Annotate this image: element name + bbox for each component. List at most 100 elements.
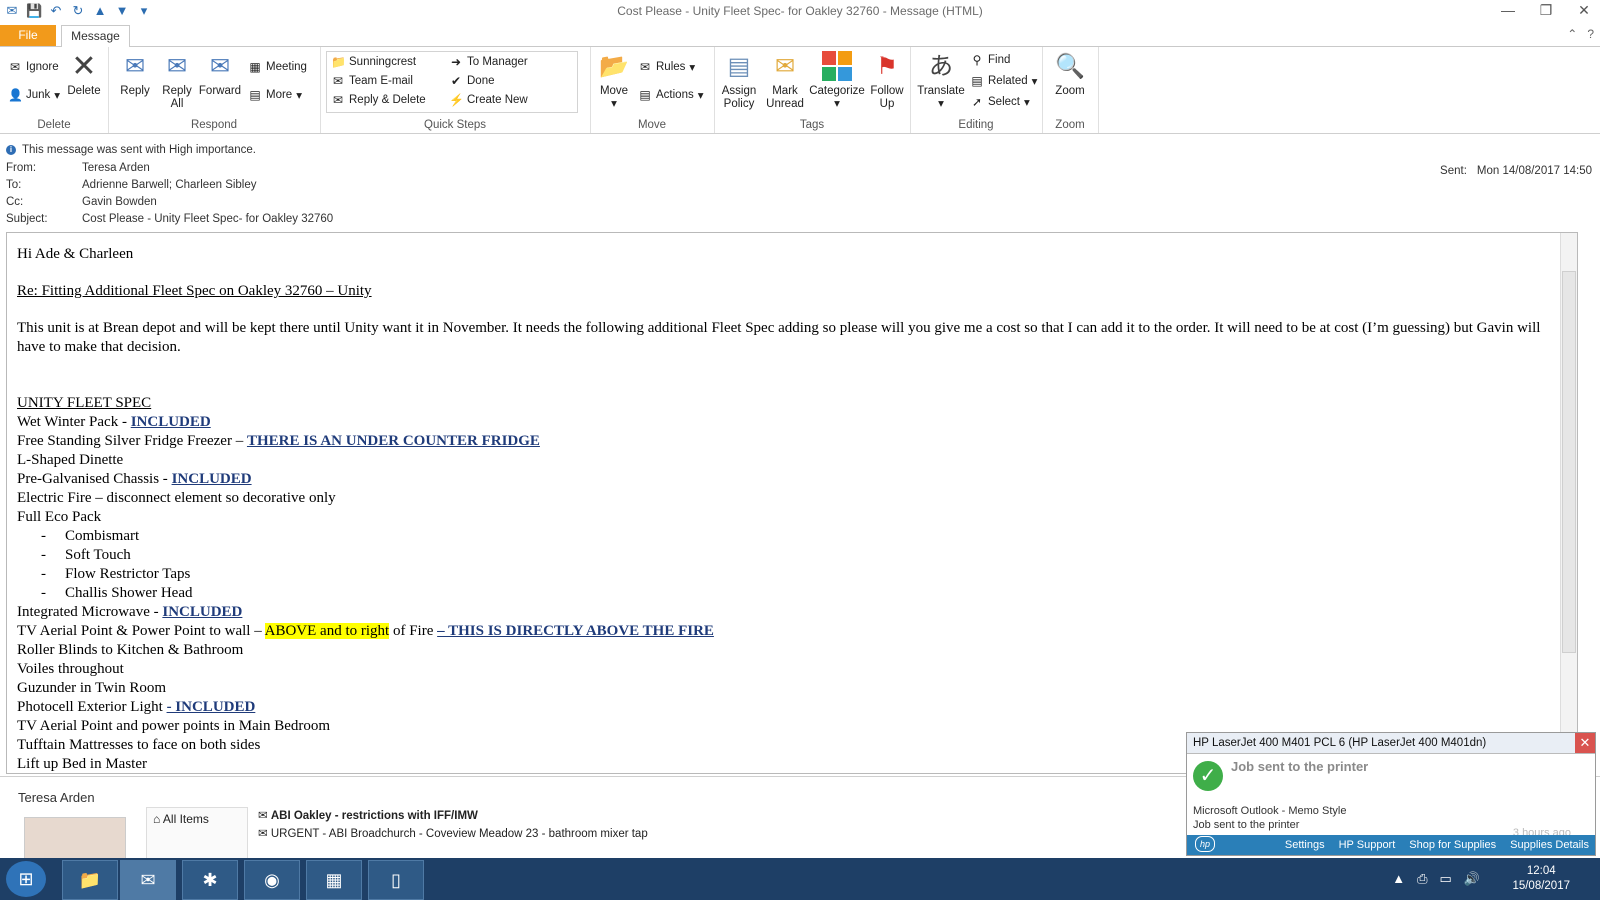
re-line: Re: Fitting Additional Fleet Spec on Oak…	[17, 283, 372, 299]
message-body[interactable]: Hi Ade & Charleen Re: Fitting Additional…	[6, 232, 1578, 774]
reply-all-button[interactable]: ✉ Reply All	[158, 51, 196, 111]
close-button[interactable]: ✕	[1574, 2, 1594, 19]
actions-button[interactable]: ▤ Actions ▾	[638, 88, 703, 102]
quick-step-to-manager[interactable]: ➜ To Manager	[449, 55, 528, 69]
reply-button[interactable]: ✉ Reply	[116, 51, 154, 98]
clock-time: 12:04	[1526, 865, 1556, 877]
minimize-button[interactable]: —	[1498, 2, 1518, 19]
cc-value[interactable]: Gavin Bowden	[82, 196, 157, 208]
scrollbar-thumb[interactable]	[1562, 271, 1576, 653]
settings-link[interactable]: Settings	[1285, 839, 1325, 851]
list-item[interactable]: ✉ URGENT - ABI Broadchurch - Coveview Me…	[258, 825, 1178, 843]
mark-unread-button[interactable]: ✉ Mark Unread	[764, 51, 806, 111]
to-value[interactable]: Adrienne Barwell; Charleen Sibley	[82, 179, 257, 191]
reply-all-icon: ✉	[166, 53, 188, 80]
show-hidden-icons[interactable]: ▲	[1392, 871, 1405, 887]
ignore-button[interactable]: ✉ Ignore	[8, 60, 59, 74]
zoom-button[interactable]: 🔍 Zoom	[1050, 51, 1090, 98]
supplies-details-link[interactable]: Supplies Details	[1510, 839, 1589, 851]
select-button[interactable]: ➚ Select ▾	[970, 95, 1030, 109]
categorize-button[interactable]: Categorize ▾	[806, 51, 868, 111]
help-icon[interactable]: ?	[1587, 27, 1594, 41]
from-value[interactable]: Teresa Arden	[82, 162, 150, 174]
spec-line: TV Aerial Point & Power Point to wall – …	[17, 622, 1547, 641]
start-button[interactable]: ⊞	[6, 861, 46, 897]
volume-tray-icon[interactable]: 🔊	[1464, 871, 1480, 887]
checkmark-icon: ✔	[450, 74, 462, 88]
move-button[interactable]: 📂 Move ▾	[596, 51, 632, 111]
quick-step-create-new[interactable]: ⚡ Create New	[449, 93, 528, 107]
ribbon-controls: ⌃ ?	[1567, 27, 1594, 41]
delete-group: ✉ Ignore 👤 Junk ▾ ✕ Delete Delete	[0, 47, 109, 133]
meeting-button[interactable]: ▦ Meeting	[248, 60, 307, 74]
actions-icon: ▤	[639, 88, 651, 102]
intro-paragraph: This unit is at Brean depot and will be …	[17, 320, 1541, 355]
network-tray-icon[interactable]: ▭	[1440, 871, 1452, 887]
people-app-taskbar-icon[interactable]: ✱	[182, 860, 238, 900]
all-items-filter[interactable]: ⌂ All Items	[147, 808, 247, 830]
chevron-down-icon: ▾	[938, 98, 944, 110]
select-label: Select	[988, 96, 1020, 108]
more-label: More	[266, 89, 293, 101]
spec-response: INCLUDED	[130, 414, 211, 430]
assign-policy-button[interactable]: ▤ Assign Policy	[718, 51, 760, 111]
mark-label-2: Unread	[766, 98, 804, 110]
delete-button[interactable]: ✕ Delete	[66, 51, 102, 98]
magnifier-icon: 🔍	[1055, 53, 1085, 80]
related-icon: ▤	[971, 74, 983, 88]
related-button[interactable]: ▤ Related ▾	[970, 74, 1037, 88]
related-messages-list: ✉ ABI Oakley - restrictions with IFF/IMW…	[258, 807, 1178, 843]
quick-step-done[interactable]: ✔ Done	[449, 74, 495, 88]
translate-button[interactable]: あ Translate ▾	[916, 51, 966, 111]
chevron-down-icon: ▾	[834, 98, 840, 110]
junk-button[interactable]: 👤 Junk ▾	[8, 88, 60, 102]
quick-step-team-email[interactable]: ✉ Team E-mail	[331, 74, 413, 88]
translate-icon: あ	[929, 53, 953, 80]
spec-response: INCLUDED	[162, 604, 243, 620]
list-item[interactable]: ✉ ABI Oakley - restrictions with IFF/IMW	[258, 807, 1178, 825]
importance-text: This message was sent with High importan…	[22, 144, 256, 156]
hp-support-link[interactable]: HP Support	[1339, 839, 1396, 851]
delete-x-icon: ✕	[71, 50, 97, 83]
quick-step-label: Team E-mail	[349, 75, 413, 87]
shop-supplies-link[interactable]: Shop for Supplies	[1409, 839, 1496, 851]
greeting: Hi Ade & Charleen	[17, 246, 134, 262]
spec-text: TV Aerial Point & Power Point to wall –	[17, 623, 265, 639]
find-button[interactable]: ⚲ Find	[970, 53, 1011, 67]
cc-row: Cc: Gavin Bowden	[6, 196, 157, 208]
calculator-taskbar-icon[interactable]: ▦	[306, 860, 362, 900]
collapse-ribbon-icon[interactable]: ⌃	[1567, 27, 1577, 41]
spec-text: Integrated Microwave -	[17, 604, 163, 620]
reply-all-label-1: Reply	[162, 85, 192, 97]
explorer-taskbar-icon[interactable]: 📁	[62, 860, 118, 900]
printer-notification: HP LaserJet 400 M401 PCL 6 (HP LaserJet …	[1186, 732, 1596, 856]
tab-file[interactable]: File	[0, 25, 56, 46]
spec-response: INCLUDED	[171, 471, 252, 487]
related-label: Related	[988, 75, 1028, 87]
reply-icon: ✉	[124, 53, 146, 80]
outlook-taskbar-icon[interactable]: ✉	[120, 860, 176, 900]
chrome-taskbar-icon[interactable]: ◉	[244, 860, 300, 900]
more-respond-button[interactable]: ▤ More ▾	[248, 88, 302, 102]
quick-step-reply-delete[interactable]: ✉ Reply & Delete	[331, 93, 426, 107]
follow-up-button[interactable]: ⚑ Follow Up	[868, 51, 906, 111]
hp-logo-icon: hp	[1195, 836, 1215, 852]
vertical-scrollbar[interactable]	[1560, 233, 1577, 773]
reply-label: Reply	[120, 85, 150, 97]
spec-line: Free Standing Silver Fridge Freezer – TH…	[17, 432, 1547, 451]
phone-taskbar-icon[interactable]: ▯	[368, 860, 424, 900]
spec-line: Pre-Galvanised Chassis - INCLUDED	[17, 470, 1547, 489]
printer-tray-icon[interactable]: ⎙	[1417, 871, 1427, 887]
quick-step-label: To Manager	[467, 56, 528, 68]
restore-button[interactable]: ❐	[1536, 2, 1556, 19]
tab-message[interactable]: Message	[61, 25, 130, 47]
rules-button[interactable]: ✉ Rules ▾	[638, 60, 695, 74]
close-notification-button[interactable]: ✕	[1575, 733, 1595, 753]
subject-row: Subject: Cost Please - Unity Fleet Spec- …	[6, 213, 333, 225]
forward-button[interactable]: ✉ Forward	[198, 51, 242, 98]
quick-step-sunningcrest[interactable]: 📁 Sunningcrest	[331, 55, 416, 69]
bullet-text: Challis Shower Head	[65, 585, 193, 601]
to-row: To: Adrienne Barwell; Charleen Sibley	[6, 179, 257, 191]
taskbar-clock[interactable]: 12:04 15/08/2017	[1512, 864, 1570, 894]
contact-name[interactable]: Teresa Arden	[18, 790, 95, 805]
